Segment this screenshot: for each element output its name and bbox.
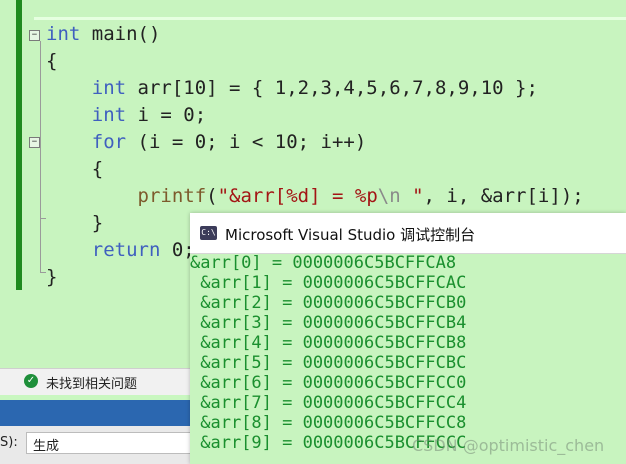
watermark-text: CSDN @optimistic_chen xyxy=(412,436,605,455)
code-token: int xyxy=(91,77,127,99)
error-list-status: ✓ 未找到相关问题 xyxy=(0,368,200,395)
code-token: } xyxy=(46,266,58,288)
code-token: , i, &arr[i]); xyxy=(423,185,584,207)
console-line: &arr[7] = 0000006C5BCFFCC4 xyxy=(190,393,467,413)
code-token: ( xyxy=(206,185,218,207)
code-token: arr[10] = { 1,2,3,4,5,6,7,8,9,10 }; xyxy=(126,77,538,99)
console-line: &arr[8] = 0000006C5BCFFCC8 xyxy=(190,413,467,433)
code-token: return xyxy=(91,239,161,261)
code-token: i = 0; xyxy=(126,104,207,126)
code-token: "&arr[%d] = %p xyxy=(217,185,378,207)
code-token: { xyxy=(46,50,58,72)
check-circle-icon: ✓ xyxy=(24,374,38,388)
console-line: &arr[5] = 0000006C5BCFFCBC xyxy=(190,353,467,373)
code-token: \n xyxy=(377,185,401,207)
code-line[interactable]: } xyxy=(46,210,103,237)
change-indicator-bar xyxy=(16,0,22,290)
status-message: 未找到相关问题 xyxy=(46,377,138,392)
code-token: (i = 0; i < 10; i++) xyxy=(126,131,367,153)
code-line[interactable]: { xyxy=(46,156,103,183)
code-line[interactable]: for (i = 0; i < 10; i++) xyxy=(46,129,367,156)
code-line[interactable]: int i = 0; xyxy=(46,102,206,129)
console-line: &arr[3] = 0000006C5BCFFCB4 xyxy=(190,313,467,333)
console-line: &arr[2] = 0000006C5BCFFCB0 xyxy=(190,293,467,313)
output-toolbar: S): 生成 xyxy=(0,426,200,464)
output-source-selected: 生成 xyxy=(33,439,60,454)
output-source-dropdown[interactable]: 生成 xyxy=(26,432,196,454)
console-titlebar[interactable]: C:\ Microsoft Visual Studio 调试控制台 xyxy=(190,213,626,254)
code-line[interactable]: int main() xyxy=(46,21,160,48)
code-token: " xyxy=(400,185,424,207)
code-line[interactable]: } xyxy=(46,264,57,291)
code-token: } xyxy=(46,212,104,234)
console-title: Microsoft Visual Studio 调试控制台 xyxy=(225,226,476,244)
collapse-for-icon[interactable]: − xyxy=(29,137,40,148)
console-line: &arr[0] = 0000006C5BCFFCA8 xyxy=(190,253,457,273)
code-token: main() xyxy=(80,23,161,45)
code-token: printf xyxy=(137,185,207,207)
code-token: for xyxy=(91,131,127,153)
code-line[interactable]: int arr[10] = { 1,2,3,4,5,6,7,8,9,10 }; xyxy=(46,75,538,102)
console-app-icon: C:\ xyxy=(200,226,217,240)
editor-top-divider xyxy=(34,0,626,20)
code-token: int xyxy=(91,104,127,126)
code-line[interactable]: { xyxy=(46,48,57,75)
console-line: &arr[1] = 0000006C5BCFFCAC xyxy=(190,273,467,293)
output-panel-header xyxy=(0,400,200,426)
output-source-label: S): xyxy=(0,435,18,450)
console-line: &arr[6] = 0000006C5BCFFCC0 xyxy=(190,373,467,393)
code-line[interactable]: return 0; xyxy=(46,237,195,264)
code-token: int xyxy=(46,23,81,45)
fold-guide-main xyxy=(40,41,41,272)
code-line[interactable]: printf("&arr[%d] = %p\n ", i, &arr[i]); xyxy=(46,183,584,210)
console-line: &arr[4] = 0000006C5BCFFCB8 xyxy=(190,333,467,353)
collapse-main-icon[interactable]: − xyxy=(29,30,40,41)
debug-console-window[interactable]: C:\ Microsoft Visual Studio 调试控制台 &arr[0… xyxy=(190,213,626,464)
code-token: { xyxy=(46,158,104,180)
